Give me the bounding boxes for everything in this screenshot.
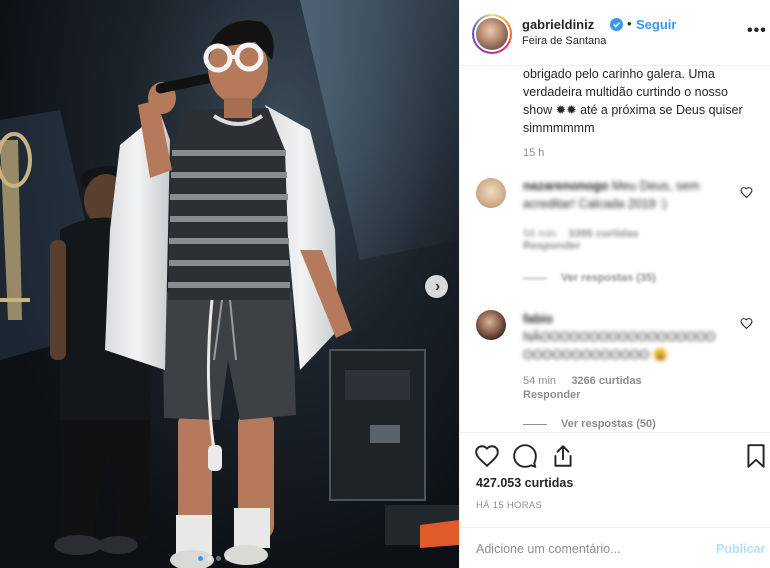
comment-input[interactable]: Adicione um comentário... xyxy=(476,542,621,556)
carousel-dot xyxy=(225,556,230,561)
publish-button[interactable]: Publicar xyxy=(716,542,765,556)
add-comment-bar: Adicione um comentário... Publicar xyxy=(460,527,770,568)
comment-icon[interactable] xyxy=(512,443,538,469)
comment-likes[interactable]: 3395 curtidas xyxy=(568,228,638,240)
follow-button[interactable]: Seguir xyxy=(636,17,676,32)
next-arrow-icon: › xyxy=(434,277,441,295)
header-separator: • xyxy=(627,16,632,31)
more-options-icon[interactable]: ••• xyxy=(747,22,767,40)
avatar[interactable] xyxy=(472,14,512,54)
replies-divider xyxy=(523,423,547,425)
comment-username[interactable]: nazarenonogo xyxy=(523,179,608,193)
comment-reply[interactable]: Responder xyxy=(523,240,580,252)
carousel-dot xyxy=(216,556,221,561)
concert-performer-illustration xyxy=(0,0,459,568)
view-replies-button[interactable]: Ver respostas (35) xyxy=(523,272,656,284)
share-icon[interactable] xyxy=(550,443,576,469)
comment-avatar[interactable] xyxy=(476,178,506,208)
carousel-indicator xyxy=(198,556,230,561)
view-replies-button[interactable]: Ver respostas (50) xyxy=(523,418,656,430)
view-replies-label: Ver respostas (35) xyxy=(561,272,656,284)
carousel-dot xyxy=(207,556,212,561)
comment-username[interactable]: fabio xyxy=(523,312,553,326)
bookmark-icon[interactable] xyxy=(743,443,769,469)
likes-count[interactable]: 427.053 curtidas xyxy=(476,476,573,490)
post-detail-panel: gabrieldiniz • Seguir Feira de Santana •… xyxy=(459,0,770,568)
reply-button[interactable]: Responder xyxy=(523,240,580,252)
comment-time: 54 min xyxy=(523,375,557,387)
comment-meta: 54 min 3266 curtidas xyxy=(523,375,642,387)
comment-text: nazarenonogo Meu Deus, sem acreditar! Ca… xyxy=(523,177,733,213)
avatar-image xyxy=(476,18,508,50)
comment-reply[interactable]: Responder xyxy=(523,389,580,401)
comments-list[interactable]: obrigado pelo carinho galera. Uma verdad… xyxy=(460,67,770,431)
reply-button[interactable]: Responder xyxy=(523,389,580,401)
comment-meta: 56 min 3395 curtidas xyxy=(523,228,639,240)
post-caption: obrigado pelo carinho galera. Uma verdad… xyxy=(523,67,743,135)
verified-badge-icon xyxy=(610,18,623,31)
username-link[interactable]: gabrieldiniz xyxy=(522,17,594,32)
comment-text: fabio NÂOOOOOOOOOOOOOOOOOO OOOOOOOOOOOOO… xyxy=(523,310,733,364)
carousel-dot-active xyxy=(198,556,203,561)
carousel-next-button[interactable]: › xyxy=(425,275,448,298)
post-actions-bar xyxy=(460,432,770,480)
comment-like-heart-icon[interactable] xyxy=(740,186,753,199)
location-link[interactable]: Feira de Santana xyxy=(522,35,606,47)
view-replies-label: Ver respostas (50) xyxy=(561,418,656,430)
caption-timestamp: 15 h xyxy=(523,147,545,159)
comment-time: 56 min xyxy=(523,228,557,240)
comment-avatar[interactable] xyxy=(476,310,506,340)
post-timestamp[interactable]: HÁ 15 HORAS xyxy=(476,500,542,511)
comment-likes[interactable]: 3266 curtidas xyxy=(571,375,641,387)
post-header: gabrieldiniz • Seguir Feira de Santana •… xyxy=(460,0,770,66)
post-photo[interactable]: › xyxy=(0,0,459,568)
comment-like-heart-icon[interactable] xyxy=(740,317,753,330)
replies-divider xyxy=(523,277,547,279)
heart-icon[interactable] xyxy=(474,443,500,469)
comment-body: NÂOOOOOOOOOOOOOOOOOO OOOOOOOOOOOOO 😩 xyxy=(523,330,716,362)
